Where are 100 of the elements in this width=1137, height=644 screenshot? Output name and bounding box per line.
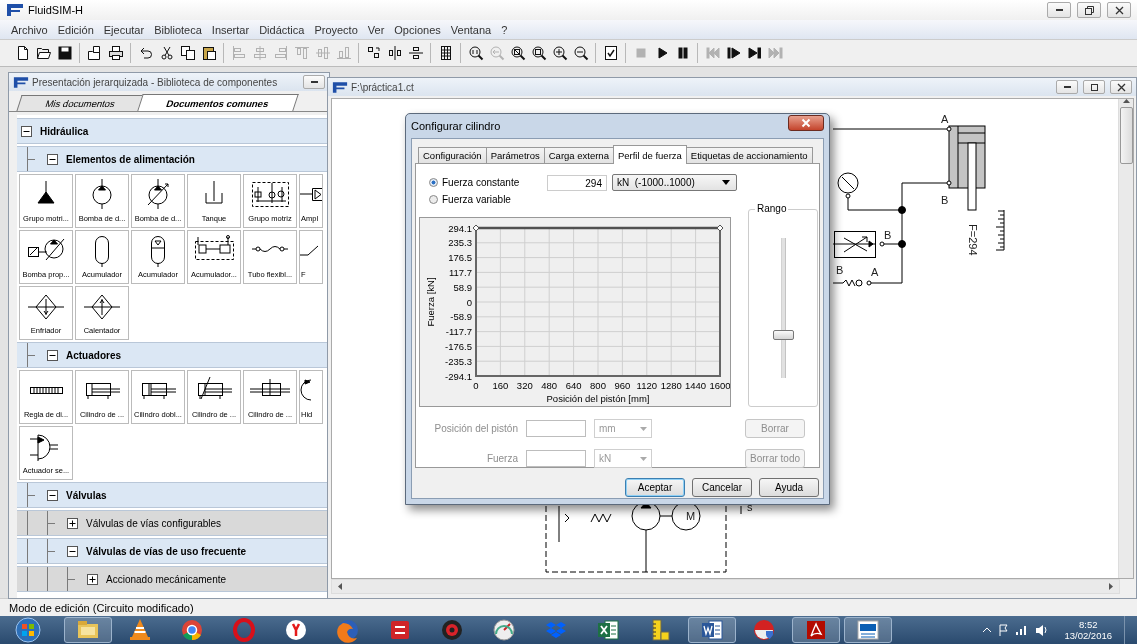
hose-symbol-icon: [251, 246, 289, 254]
zoom-icon[interactable]: [467, 45, 484, 61]
minimize-button[interactable]: [303, 75, 325, 89]
radio-button[interactable]: Fuerza variable: [429, 194, 547, 205]
app-logo-icon: [6, 3, 24, 17]
minimize-button[interactable]: [1047, 2, 1071, 18]
start-button[interactable]: [12, 616, 44, 644]
minimize-button[interactable]: [1056, 80, 1078, 94]
tree-item[interactable]: Actuadores: [17, 342, 327, 368]
radio-button[interactable]: Fuerza constante: [429, 177, 547, 188]
open-folder-icon[interactable]: [35, 45, 52, 61]
tree-item[interactable]: Válvulas: [17, 482, 327, 508]
collapse-icon[interactable]: [47, 349, 58, 361]
zoom-page-icon[interactable]: [530, 45, 547, 61]
expand-icon[interactable]: [87, 573, 98, 585]
scale-drawing: [995, 209, 1005, 251]
menu-item[interactable]: Ejecutar: [98, 23, 150, 36]
scroll-up-icon[interactable]: [1122, 99, 1130, 103]
amplifier-symbol-icon: [300, 187, 322, 201]
caret-icon: [640, 426, 647, 431]
menu-item[interactable]: Biblioteca: [149, 23, 207, 36]
document-icon[interactable]: [699, 617, 725, 643]
app-logo-icon: [13, 75, 29, 89]
globe-icon[interactable]: [335, 617, 361, 643]
collapse-icon[interactable]: [47, 153, 58, 165]
vertical-scrollbar[interactable]: [1118, 99, 1133, 578]
tab[interactable]: Perfil de fuerza: [612, 145, 687, 164]
paste-icon[interactable]: [200, 45, 217, 61]
cone-icon[interactable]: [127, 617, 153, 643]
axis-tick-label: -58.9: [450, 311, 472, 323]
dialog-button[interactable]: Aceptar: [625, 478, 685, 497]
gauge-icon[interactable]: [491, 617, 517, 643]
maximize-button[interactable]: [1083, 80, 1105, 94]
tree-item[interactable]: Accionado mecánicamente: [17, 566, 327, 592]
tree-item[interactable]: Hidráulica: [17, 118, 327, 144]
close-button[interactable]: [1107, 2, 1131, 18]
scissors-icon[interactable]: [158, 45, 175, 61]
axis-tick-label: -235.3: [445, 355, 472, 367]
step-icon[interactable]: [725, 45, 742, 61]
copy-icon[interactable]: [179, 45, 196, 61]
zoom-out-icon[interactable]: [572, 45, 589, 61]
y-circle-icon[interactable]: [283, 617, 309, 643]
scroll-thumb[interactable]: [1119, 107, 1133, 164]
point-marker[interactable]: [472, 224, 480, 232]
junction-dot: [898, 206, 906, 214]
tab[interactable]: Documentos comunes: [137, 94, 299, 111]
status-text: Modo de edición (Circuito modificado): [9, 601, 194, 614]
expand-icon[interactable]: [67, 517, 78, 529]
dialog-button[interactable]: Ayuda: [759, 478, 819, 497]
point-marker[interactable]: [716, 224, 724, 232]
flip-horizontal-icon[interactable]: [386, 45, 403, 61]
rotate-icon[interactable]: [365, 45, 382, 61]
scroll-left-icon[interactable]: [338, 583, 342, 590]
tab[interactable]: Configuración: [418, 147, 487, 163]
half-circle-icon[interactable]: [751, 617, 777, 643]
menu-item[interactable]: Insertar: [206, 23, 255, 36]
tab[interactable]: Parámetros: [485, 147, 545, 163]
document-folder-icon[interactable]: [86, 45, 103, 61]
segmented-circle-icon[interactable]: [179, 617, 205, 643]
scroll-right-icon[interactable]: [1109, 583, 1113, 590]
tree-item[interactable]: Válvulas de vías de uso frecuente: [17, 538, 327, 564]
menu-item[interactable]: Didáctica: [254, 23, 310, 36]
horizontal-scrollbar[interactable]: [331, 579, 1120, 594]
dialog-button[interactable]: Cancelar: [692, 478, 752, 497]
menu-item[interactable]: Opciones: [389, 23, 446, 36]
unit-dropdown[interactable]: kN (-1000..1000): [612, 174, 737, 191]
menu-item[interactable]: Ventana: [445, 23, 497, 36]
printer-icon[interactable]: [107, 45, 124, 61]
restore-button[interactable]: [1077, 2, 1101, 18]
field-label: Posición del pistón: [433, 423, 518, 434]
tab[interactable]: Etiquetas de accionamiento: [685, 147, 813, 163]
logo-icon[interactable]: [855, 617, 881, 643]
menu-item[interactable]: Ver: [362, 23, 390, 36]
axis-tick-label: 320: [516, 380, 533, 391]
skip-forward-icon[interactable]: [746, 45, 763, 61]
zoom-in-icon[interactable]: [551, 45, 568, 61]
axis-title: Fuerza [kN]: [425, 277, 436, 327]
menu-item[interactable]: ?: [496, 23, 513, 36]
menu-item[interactable]: Archivo: [6, 23, 53, 36]
tree-item[interactable]: Elementos de alimentación: [17, 146, 327, 172]
menu-item[interactable]: Edición: [52, 23, 99, 36]
close-button[interactable]: [1110, 80, 1132, 94]
gear-icon[interactable]: [439, 617, 465, 643]
tab[interactable]: Mis documentos: [16, 95, 145, 111]
checklist-icon[interactable]: [602, 45, 619, 61]
save-icon[interactable]: [56, 45, 73, 61]
flip-vertical-icon[interactable]: [407, 45, 424, 61]
zoom-window-icon[interactable]: [509, 45, 526, 61]
close-button[interactable]: [788, 115, 824, 131]
tab[interactable]: Carga externa: [543, 147, 614, 163]
collapse-icon[interactable]: [21, 125, 32, 137]
axis-tick-label: 1440: [685, 380, 707, 391]
collapse-icon[interactable]: [47, 489, 58, 501]
menu-item[interactable]: Proyecto: [309, 23, 363, 36]
collapse-icon[interactable]: [67, 545, 78, 557]
caret-icon: [722, 180, 730, 185]
tree-item[interactable]: Válvulas de vías configurables: [17, 510, 327, 536]
force-input[interactable]: 294: [547, 174, 607, 191]
axis-tick-label: 58.9: [453, 281, 472, 293]
spreadsheet-icon[interactable]: [595, 617, 621, 643]
